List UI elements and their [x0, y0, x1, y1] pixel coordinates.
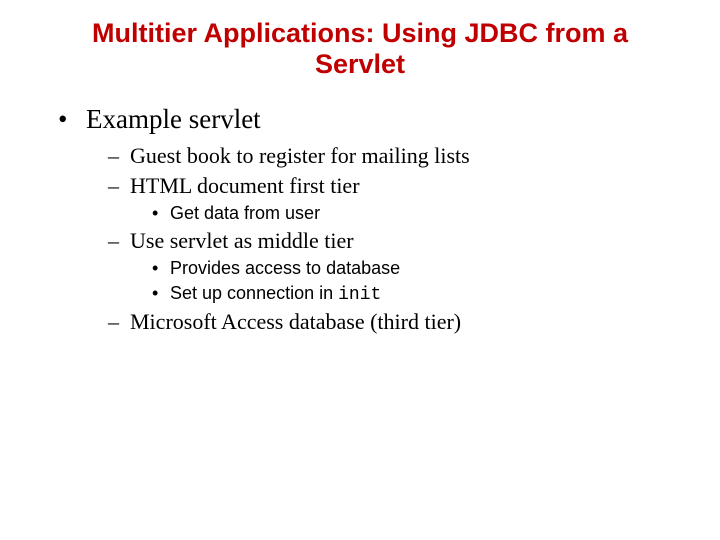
bullet-l2-text: HTML document first tier	[130, 173, 360, 198]
bullet-l2: Microsoft Access database (third tier)	[108, 309, 696, 335]
slide: Multitier Applications: Using JDBC from …	[0, 0, 720, 540]
bullet-l3: Set up connection in init	[152, 283, 696, 305]
slide-title: Multitier Applications: Using JDBC from …	[64, 18, 656, 80]
code-text: init	[338, 285, 381, 305]
bullet-l2: Use servlet as middle tier Provides acce…	[108, 228, 696, 305]
bullet-l1: Example servlet Guest book to register f…	[58, 104, 696, 335]
bullet-l3-list: Get data from user	[152, 203, 696, 224]
bullet-l3-text: Set up connection in	[170, 283, 338, 303]
bullet-l1-text: Example servlet	[86, 104, 261, 134]
bullet-l2-list: Guest book to register for mailing lists…	[108, 143, 696, 335]
bullet-l2: HTML document first tier Get data from u…	[108, 173, 696, 224]
bullet-l2-text: Microsoft Access database (third tier)	[130, 309, 461, 334]
bullet-l2-text: Use servlet as middle tier	[130, 228, 354, 253]
bullet-l3: Provides access to database	[152, 258, 696, 279]
bullet-l2: Guest book to register for mailing lists	[108, 143, 696, 169]
bullet-l3-list: Provides access to database Set up conne…	[152, 258, 696, 305]
bullet-list: Example servlet Guest book to register f…	[58, 104, 696, 335]
bullet-l3-text: Get data from user	[170, 203, 320, 223]
bullet-l2-text: Guest book to register for mailing lists	[130, 143, 470, 168]
bullet-l3: Get data from user	[152, 203, 696, 224]
bullet-l3-text: Provides access to database	[170, 258, 400, 278]
